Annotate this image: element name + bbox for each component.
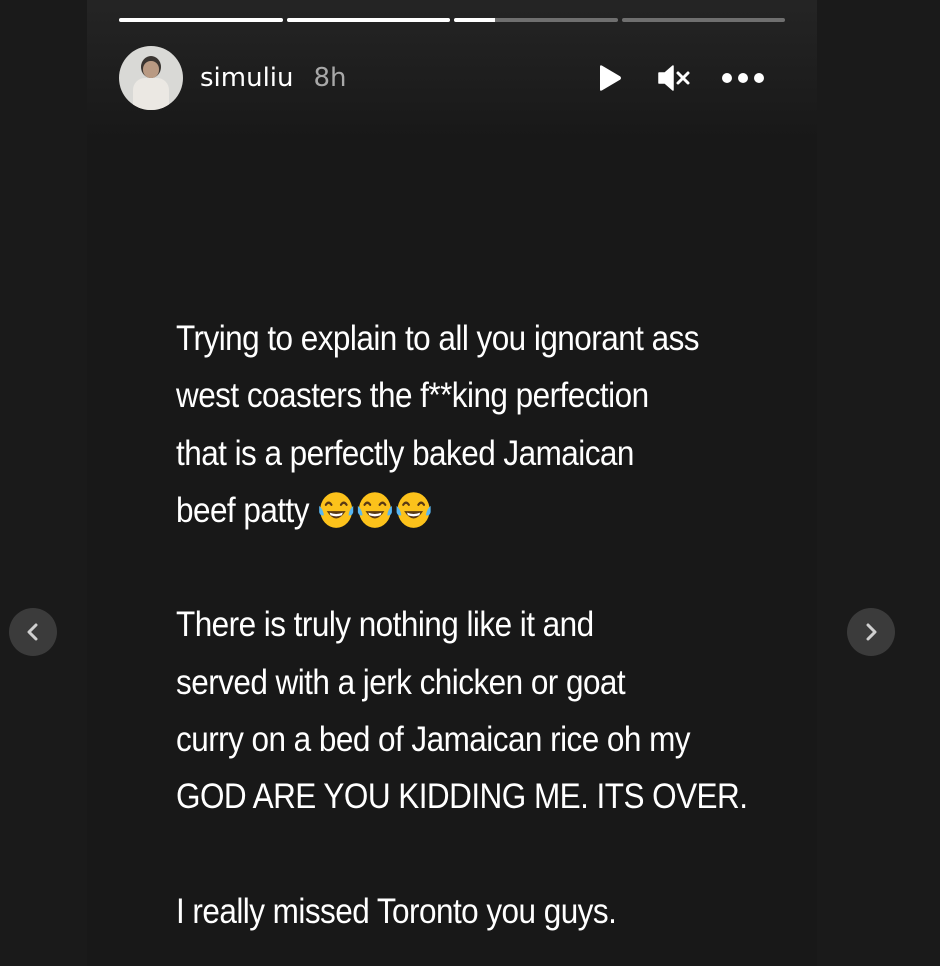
text-line: that is a perfectly baked Jamaican [176, 433, 634, 473]
chevron-left-icon [27, 623, 38, 641]
play-icon [600, 65, 621, 91]
story-paragraph: Trying to explain to all you ignorant as… [176, 310, 716, 539]
progress-fill [119, 18, 283, 22]
speaker-muted-icon [658, 65, 690, 91]
text-line: There is truly nothing like it and [176, 605, 594, 645]
text-line: GOD ARE YOU KIDDING ME. ITS OVER. [176, 777, 748, 817]
more-options-button[interactable] [721, 62, 765, 94]
story-paragraph: I really missed Toronto you guys. [176, 883, 716, 940]
laughing-tears-emoji [396, 492, 431, 528]
avatar[interactable] [119, 46, 183, 110]
text-segment: beef patty [176, 490, 309, 530]
more-horizontal-icon [722, 73, 764, 83]
story-header: simuliu 8h [119, 46, 785, 110]
story-controls [593, 46, 765, 110]
chevron-right-icon [866, 623, 877, 641]
story-text: Trying to explain to all you ignorant as… [176, 310, 748, 940]
play-button[interactable] [593, 62, 625, 94]
progress-segment [119, 18, 283, 22]
story-paragraph: There is truly nothing like it and serve… [176, 596, 748, 825]
previous-story-button[interactable] [9, 608, 57, 656]
laughing-tears-emoji [319, 492, 354, 528]
progress-fill [454, 18, 495, 22]
next-story-button[interactable] [847, 608, 895, 656]
text-line: served with a jerk chicken or goat [176, 662, 626, 702]
text-line-with-emoji: beef patty [176, 482, 716, 539]
laughing-tears-emoji [357, 492, 392, 528]
username[interactable]: simuliu [200, 63, 294, 93]
text-line: west coasters the f**king perfection [176, 376, 649, 416]
story-viewer: simuliu 8h Trying to explain to all you … [87, 0, 817, 966]
progress-fill [286, 18, 450, 22]
story-progress-bar [119, 18, 785, 22]
text-line: I really missed Toronto you guys. [176, 891, 617, 931]
progress-segment [286, 18, 450, 22]
text-line: Trying to explain to all you ignorant as… [176, 319, 700, 358]
timestamp: 8h [313, 63, 347, 93]
text-line: curry on a bed of Jamaican rice oh my [176, 720, 691, 760]
mute-button[interactable] [657, 62, 691, 94]
progress-segment [621, 18, 785, 22]
progress-segment [454, 18, 618, 22]
